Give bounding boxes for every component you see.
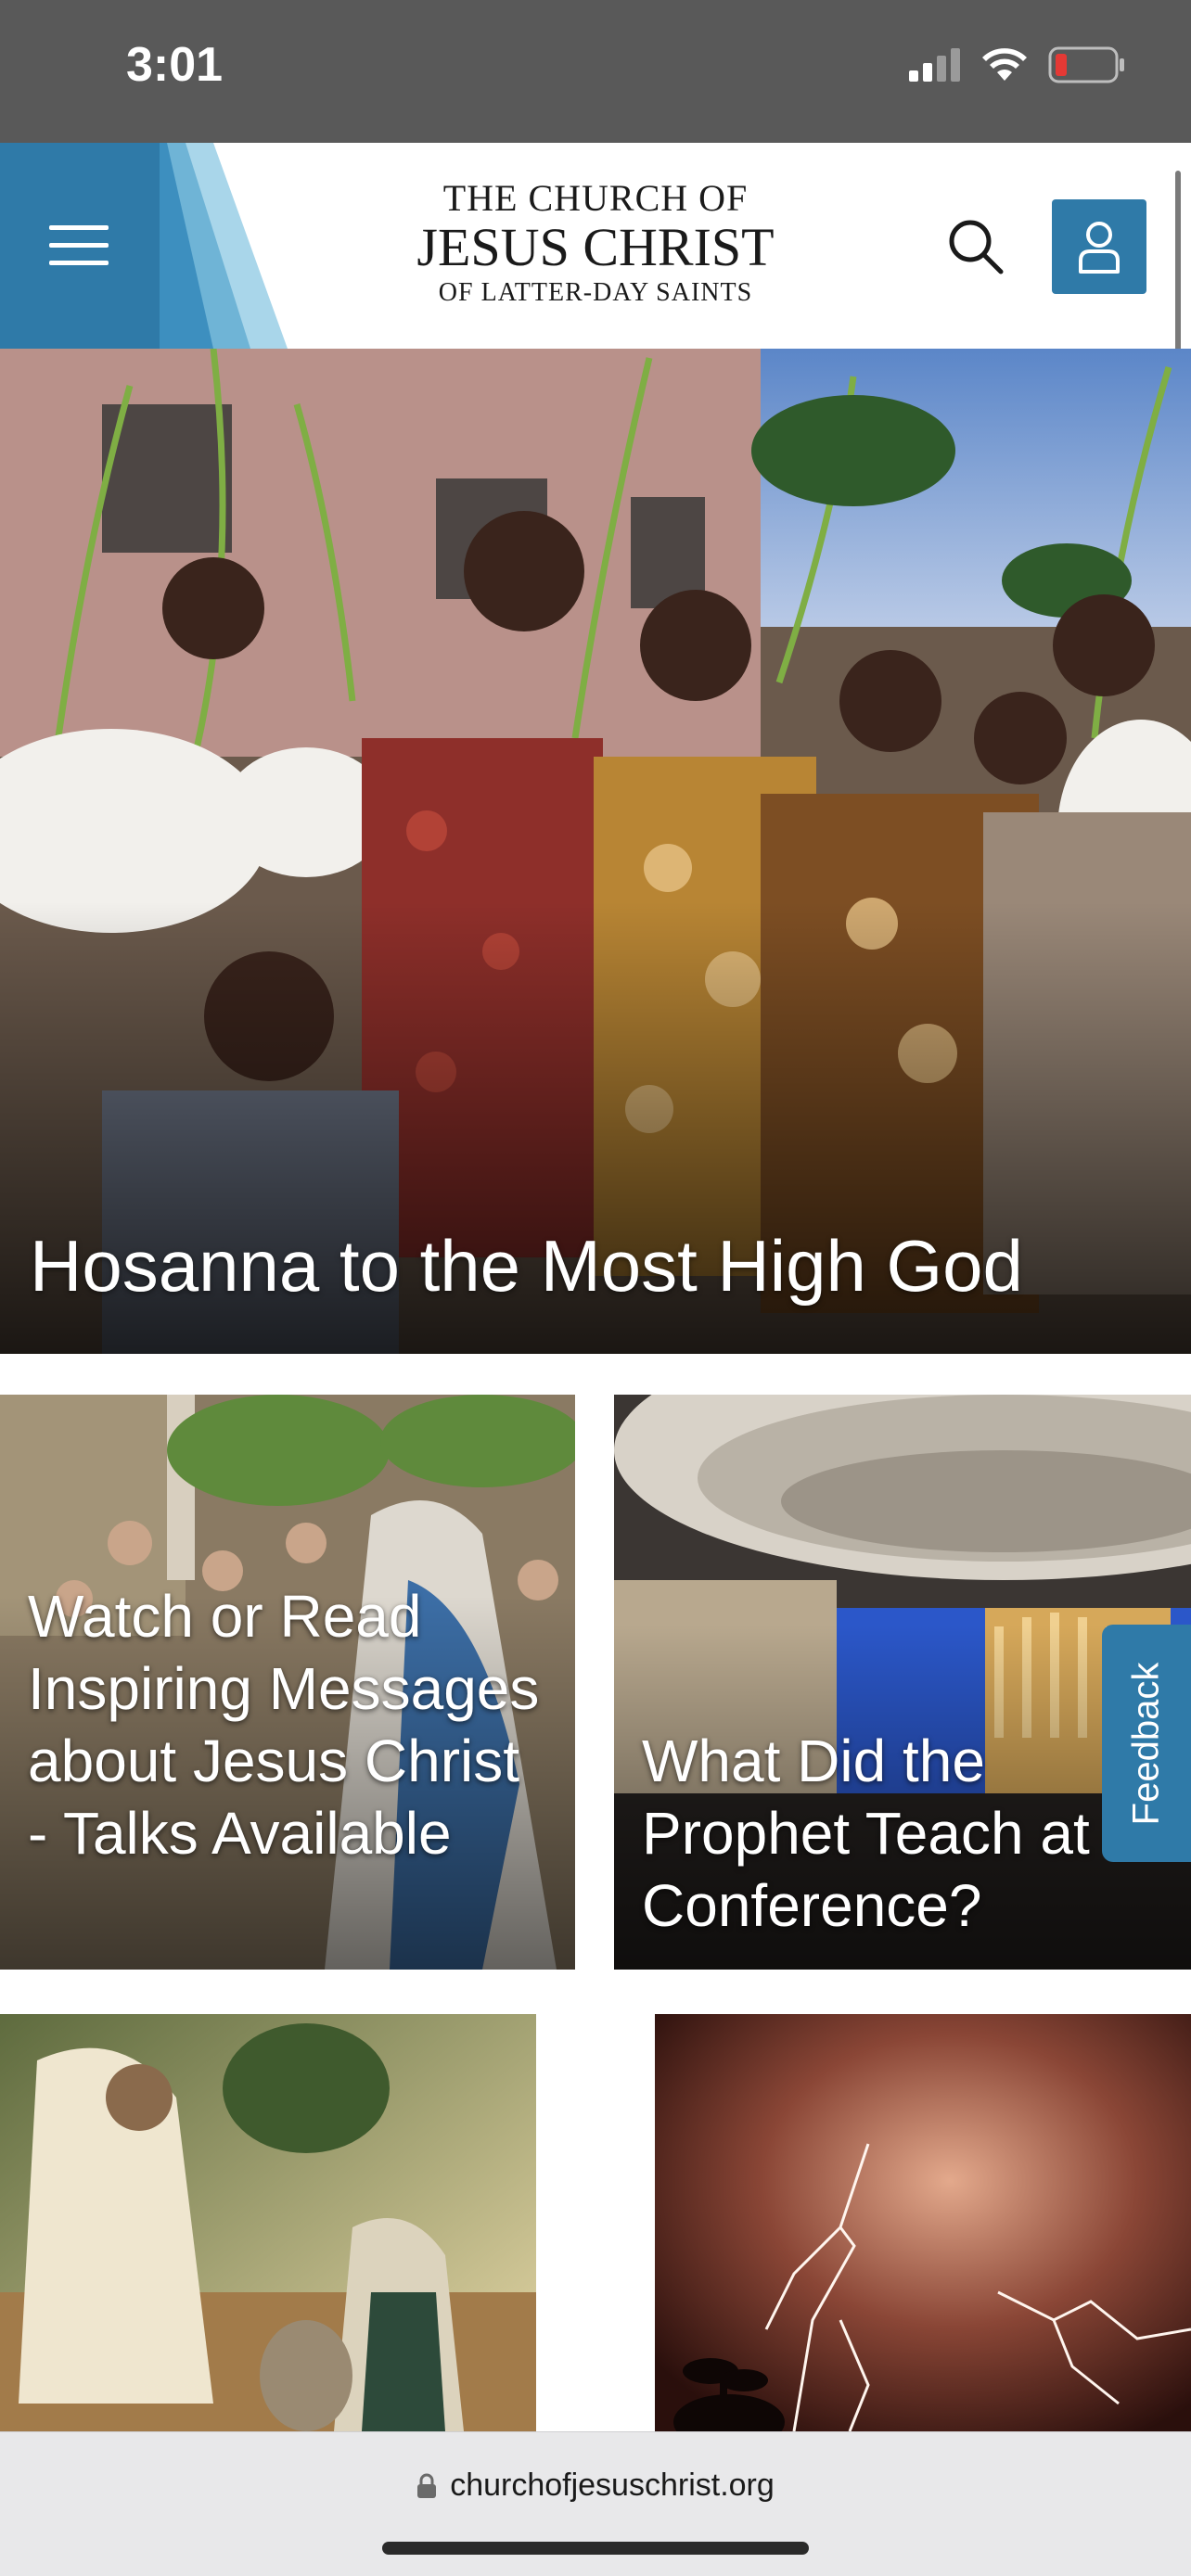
- browser-address-bar: churchofjesuschrist.org: [0, 2431, 1191, 2576]
- search-button[interactable]: [939, 210, 1013, 284]
- account-button[interactable]: [1052, 199, 1146, 294]
- status-bar: 3:01: [0, 0, 1191, 143]
- home-indicator[interactable]: [382, 2542, 809, 2555]
- wifi-icon: [982, 48, 1027, 81]
- card-inspiring-messages[interactable]: Watch or Read Inspiring Messages about J…: [0, 1395, 575, 1970]
- url-field[interactable]: churchofjesuschrist.org: [0, 2468, 1191, 2504]
- card-title: Watch or Read Inspiring Messages about J…: [28, 1583, 540, 1867]
- cellular-signal-icon: [909, 48, 960, 82]
- lock-icon: [417, 2473, 437, 2498]
- site-header: THE CHURCH OF JESUS CHRIST OF LATTER-DAY…: [0, 143, 1191, 349]
- search-icon: [949, 220, 1004, 274]
- hero-image: [0, 349, 1191, 1354]
- status-time: 3:01: [126, 38, 224, 92]
- hero-title: Hosanna to the Most High God: [30, 1225, 1023, 1307]
- feedback-tab[interactable]: Feedback: [1102, 1625, 1191, 1862]
- status-icons: [909, 46, 1126, 83]
- logo-line-3: OF LATTER-DAY SAINTS: [438, 278, 753, 307]
- card-jesus-woman-at-well[interactable]: [0, 2014, 536, 2431]
- battery-low-icon: [1048, 46, 1124, 83]
- hero-banner[interactable]: Hosanna to the Most High God: [0, 349, 1191, 1354]
- card-image: [0, 2014, 536, 2431]
- card-lightning-storm[interactable]: [655, 2014, 1191, 2431]
- card-image: [655, 2014, 1191, 2431]
- url-text: churchofjesuschrist.org: [450, 2468, 775, 2503]
- user-icon: [1079, 222, 1120, 274]
- feedback-label: Feedback: [1125, 1662, 1167, 1825]
